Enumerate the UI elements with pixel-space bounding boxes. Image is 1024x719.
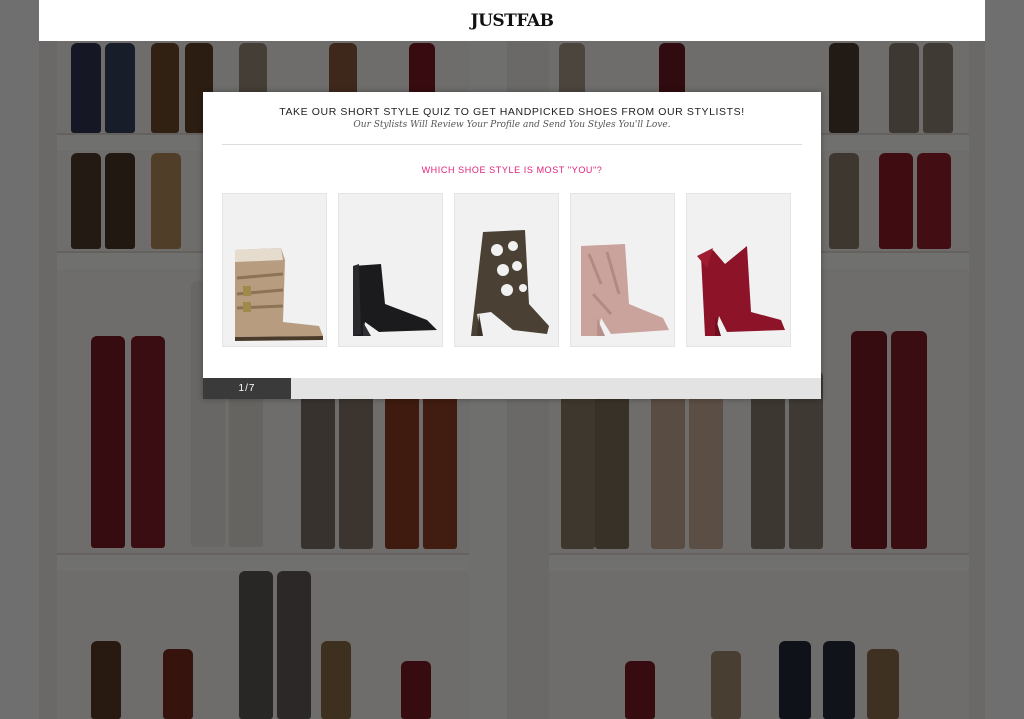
velvet-block-heel-bootie-icon xyxy=(581,244,669,336)
progress-fill: 1/7 xyxy=(203,378,291,399)
shoe-option-3[interactable] xyxy=(454,193,559,347)
site-header: JUSTFAB xyxy=(39,0,985,41)
divider xyxy=(222,144,802,145)
black-suede-bootie-icon xyxy=(353,264,437,336)
slouch-buckle-boot-icon xyxy=(235,248,323,341)
red-bow-bootie-icon xyxy=(697,246,785,336)
style-quiz-modal: TAKE OUR SHORT STYLE QUIZ TO GET HANDPIC… xyxy=(203,92,821,399)
quiz-progress-bar: 1/7 xyxy=(203,378,821,399)
quiz-subtitle: Our Stylists Will Review Your Profile an… xyxy=(353,120,671,130)
justfab-logo[interactable]: JUSTFAB xyxy=(471,11,554,31)
shoe-options xyxy=(222,193,822,347)
shoe-option-5[interactable] xyxy=(686,193,791,347)
cutout-heel-bootie-icon xyxy=(471,230,549,336)
progress-label: 1/7 xyxy=(238,383,256,394)
shoe-option-4[interactable] xyxy=(570,193,675,347)
quiz-question: WHICH SHOE STYLE IS MOST "YOU"? xyxy=(421,165,603,175)
shoe-option-1[interactable] xyxy=(222,193,327,347)
shoe-option-2[interactable] xyxy=(338,193,443,347)
quiz-title: TAKE OUR SHORT STYLE QUIZ TO GET HANDPIC… xyxy=(279,106,745,118)
